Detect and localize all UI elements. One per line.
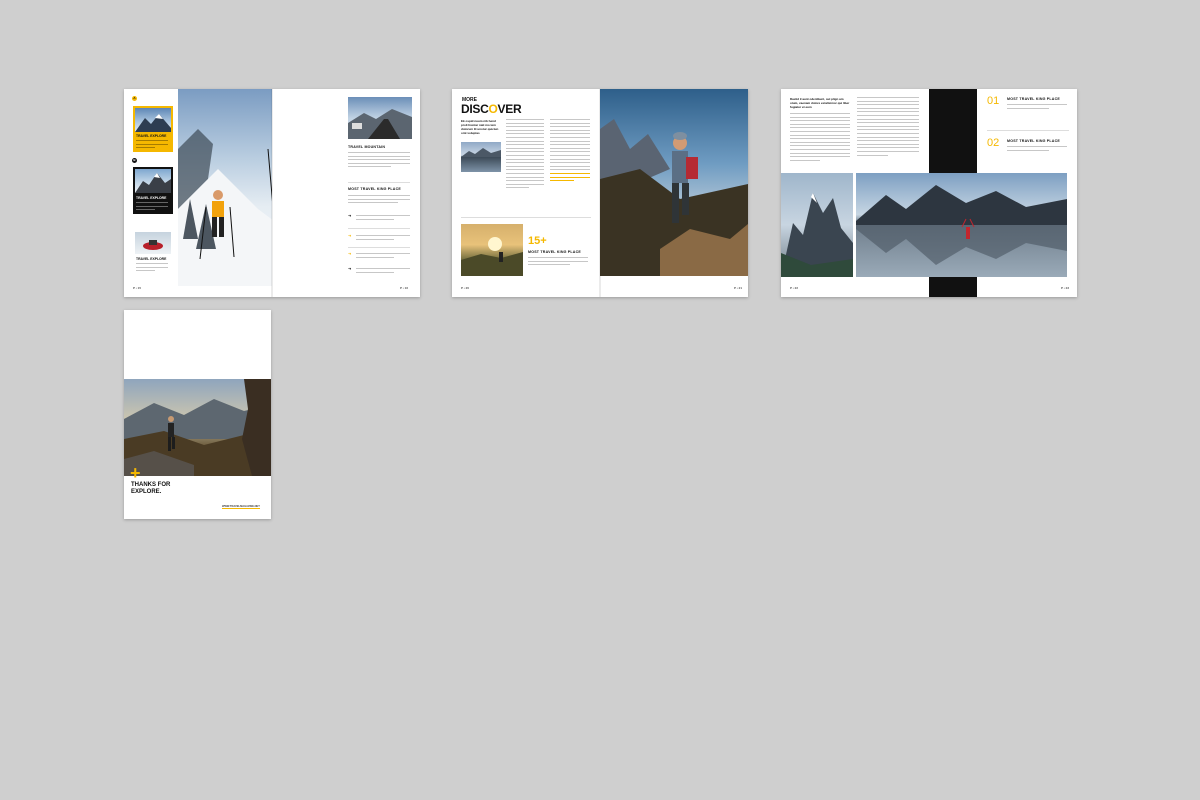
divider-1: [348, 182, 410, 183]
item-1-title: MOST TRAVEL KING PLACE: [1007, 97, 1060, 101]
spread-3-right-column: 01 MOST TRAVEL KING PLACE 02 MOST TRAVEL…: [981, 89, 1077, 173]
travel-card-2-label: TRAVEL EXPLORE: [136, 196, 167, 200]
travel-card-3-label: TRAVEL EXPLORE: [136, 257, 167, 261]
plus-mark: +: [130, 463, 141, 483]
peak-photo: [781, 173, 853, 277]
spread-1-right-column: TRAVEL MOUNTAIN MOST TRAVEL KING PLACE ➜…: [348, 89, 420, 297]
travel-card-1-text: [136, 140, 168, 151]
item-1-text: [1007, 104, 1067, 111]
travel-card-2-text: [136, 202, 168, 213]
discover-title-part-2: VER: [497, 102, 522, 116]
travel-card-1[interactable]: TRAVEL EXPLORE: [133, 106, 173, 152]
spread-3-right-folio: P • 23: [1061, 286, 1070, 290]
bullet-text-1: [356, 215, 410, 222]
spread-1[interactable]: A TRAVEL EXPLORE B TRAVEL EXPLORE TRAVEL…: [124, 89, 420, 297]
stat-label: MOST TRAVEL KING PLACE: [528, 250, 581, 254]
arrow-icon: ➜: [348, 266, 352, 271]
road-photo: [348, 97, 412, 139]
black-band-lower: [929, 277, 977, 297]
discover-intro: Ek ospid nuum nib hend proli lisiotar na…: [461, 119, 499, 135]
bullet-text-2: [356, 235, 410, 242]
spread-2-left-page: MORE DISCOVER Ek ospid nuum nib hend pro…: [452, 89, 600, 297]
back-cover[interactable]: + THANKS FOR EXPLORE. WWW.TRAVELMAGAZINE…: [124, 310, 271, 519]
paragraph-travel-mountain: [348, 152, 410, 170]
spread-1-left-page: A TRAVEL EXPLORE B TRAVEL EXPLORE TRAVEL…: [124, 89, 272, 297]
travel-card-1-photo: [135, 108, 171, 132]
travel-card-2-photo: [135, 169, 171, 193]
travel-card-1-label: TRAVEL EXPLORE: [136, 134, 167, 138]
discover-title-highlight: O: [488, 102, 498, 116]
spread-3-col-2: [857, 97, 919, 158]
divider-3: [348, 247, 410, 248]
stat-number: 15+: [528, 235, 547, 247]
item-2-number: 02: [987, 137, 1000, 149]
discover-col-2: [550, 119, 590, 184]
spread-2-left-folio: P • 20: [461, 286, 470, 290]
arrow-icon: ➜: [348, 233, 352, 238]
discover-title: DISCOVER: [461, 102, 522, 116]
bullet-text-4: [356, 268, 410, 275]
back-cover-title-line-2: EXPLORE.: [131, 489, 162, 495]
back-cover-title-line-1: THANKS FOR: [131, 482, 171, 488]
arrow-icon: ➜: [348, 251, 352, 256]
badge-a: A: [132, 96, 137, 101]
discover-title-part-1: DISC: [461, 102, 489, 116]
spread-1-gutter: [271, 89, 273, 297]
mountain-hiker-photo: [600, 89, 748, 276]
arrow-icon: ➜: [348, 213, 352, 218]
cliff-hiker-photo: [124, 379, 271, 476]
divider-2: [348, 228, 410, 229]
item-divider: [987, 130, 1069, 131]
spread-3-col-1: [790, 113, 850, 163]
spread-2[interactable]: MORE DISCOVER Ek ospid nuum nib hend pro…: [452, 89, 748, 297]
stat-paragraph: [528, 257, 588, 268]
spread-3-intro: Daciid il aunt odentbunt, sut plign am o…: [790, 97, 850, 109]
heading-most-travel-place: MOST TRAVEL KING PLACE: [348, 187, 401, 191]
travel-card-2[interactable]: TRAVEL EXPLORE: [133, 167, 173, 214]
lake-photo: [461, 142, 501, 172]
discover-col-1: [506, 119, 544, 191]
spread-3[interactable]: Daciid il aunt odentbunt, sut plign am o…: [781, 89, 1077, 297]
travel-card-3-text: [136, 263, 168, 274]
item-2-text: [1007, 146, 1067, 153]
badge-b: B: [132, 158, 137, 163]
discover-divider: [461, 217, 591, 218]
sunset-hiker-photo: [461, 224, 523, 276]
item-2-title: MOST TRAVEL KING PLACE: [1007, 139, 1060, 143]
travel-card-3[interactable]: TRAVEL EXPLORE: [133, 230, 173, 274]
ski-touring-photo: [178, 89, 272, 286]
spread-3-left-folio: P • 22: [790, 286, 799, 290]
bullet-text-3: [356, 253, 410, 260]
spread-2-right-folio: P • 21: [734, 286, 743, 290]
heading-travel-mountain: TRAVEL MOUNTAIN: [348, 145, 386, 149]
item-1-number: 01: [987, 95, 1000, 107]
paragraph-most-travel-place: [348, 195, 410, 206]
lake-reflection-photo: [856, 173, 1067, 277]
spread-1-right-folio: P • 16: [400, 286, 409, 290]
back-cover-website: WWW.TRAVELMAGAZINE.NET: [222, 505, 260, 509]
travel-card-3-photo: [135, 232, 171, 254]
spread-1-left-folio: P • 15: [133, 286, 142, 290]
